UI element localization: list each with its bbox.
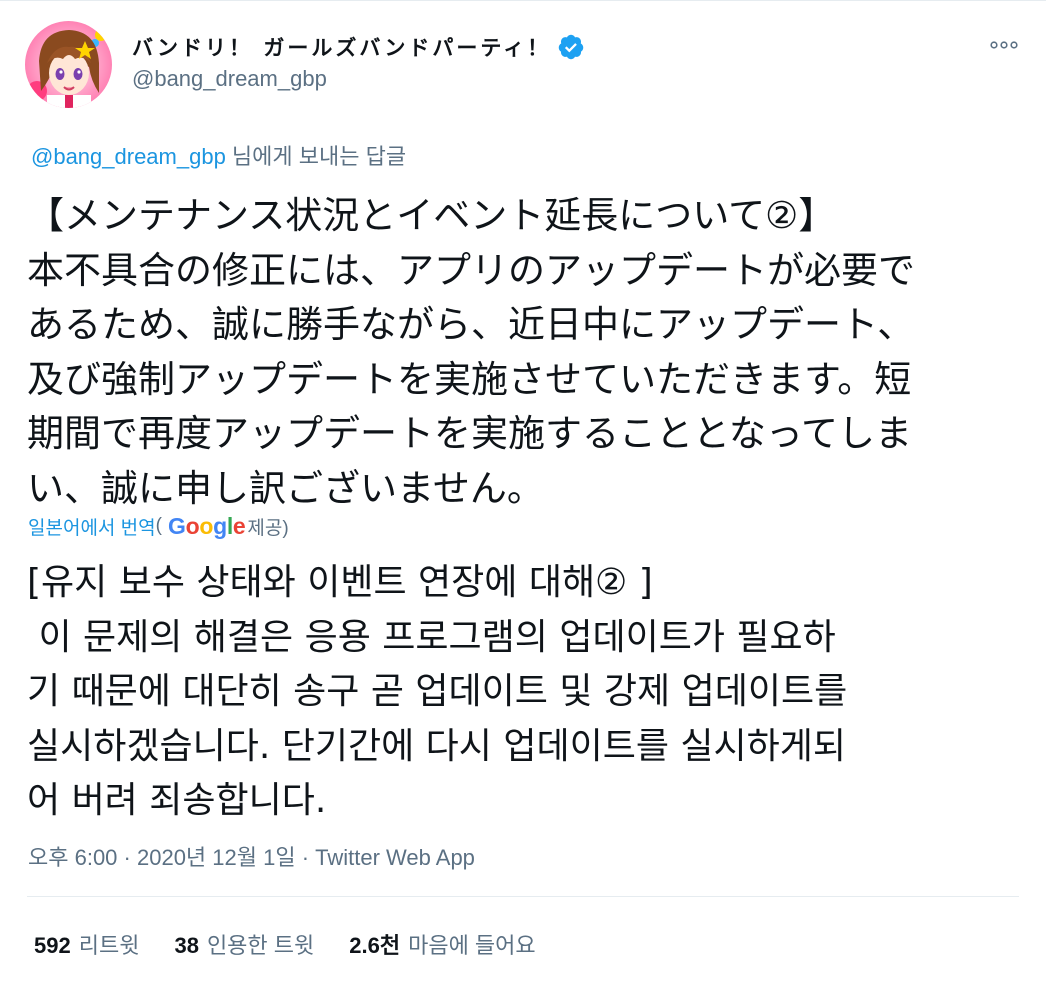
translation-attribution: 일본어에서 번역( Google 제공)	[28, 509, 289, 543]
retweets-count: 592	[34, 933, 71, 958]
translation-paren-open: (	[155, 515, 162, 536]
author-display-name[interactable]: バンドリ！ ガールズバンドパーティ！	[132, 32, 551, 62]
tweet-text-line: 【メンテナンス状況とイベント延長について②】	[27, 194, 836, 237]
translated-text-line: 실시하겠습니다. 단기간에 다시 업데이트를 실시하게되	[27, 725, 846, 767]
tweet-text: 【メンテナンス状況とイベント延長について②】 本不具合の修正には、アプリのアップ…	[27, 189, 1017, 516]
more-dots-icon	[990, 41, 1018, 49]
quote-tweets-label: 인용한 트윗	[206, 933, 315, 958]
translated-text-line: 이 문제의 해결은 응용 프로그램의 업데이트가 필요하	[27, 616, 836, 658]
translation-provider-suffix: 제공)	[247, 517, 289, 539]
translated-from-link[interactable]: 일본어에서 번역	[28, 513, 156, 540]
author-avatar[interactable]	[25, 21, 112, 108]
tweet-text-line: 及び強制アップデートを実施させていただきます。短	[27, 357, 912, 401]
reply-context: @bang_dream_gbp 님에게 보내는 답글	[31, 139, 406, 171]
tweet-source-link[interactable]: Twitter Web App	[315, 845, 475, 870]
reply-mention-link[interactable]: @bang_dream_gbp	[31, 144, 226, 169]
translated-text-line: 기 때문에 대단히 송구 곧 업데이트 및 강제 업데이트를	[27, 671, 848, 712]
meta-separator: ·	[295, 845, 316, 870]
quote-tweets-count: 38	[174, 933, 199, 958]
tweet-text-line: 本不具合の修正には、アプリのアップデートが必要で	[27, 248, 915, 292]
translated-text: [유지 보수 상태와 이벤트 연장에 대해② ] 이 문제의 해결은 응용 프로…	[27, 556, 1017, 829]
google-logo: Google	[167, 512, 246, 539]
tweet-stats: 592 리트윗 38 인용한 트윗 2.6천 마음에 들어요	[34, 926, 536, 962]
retweets-stat[interactable]: 592 리트윗	[34, 928, 139, 960]
top-divider	[0, 0, 1046, 1]
translated-text-line: 어 버려 죄송합니다.	[27, 780, 327, 821]
quote-tweets-stat[interactable]: 38 인용한 트윗	[174, 928, 314, 960]
likes-label: 마음에 들어요	[408, 933, 536, 958]
retweets-label: 리트윗	[78, 933, 140, 958]
translated-text-line: [유지 보수 상태와 이벤트 연장에 대해② ]	[27, 562, 653, 603]
avatar-illustration	[25, 21, 112, 108]
stats-divider	[27, 896, 1019, 897]
tweet-time-link[interactable]: 오후 6:00	[28, 845, 117, 870]
tweet-text-line: い、誠に申し訳ございません。	[27, 466, 544, 510]
verified-badge-icon	[557, 33, 585, 61]
likes-stat[interactable]: 2.6천 마음에 들어요	[349, 928, 535, 960]
likes-count: 2.6천	[349, 933, 401, 958]
more-options-button[interactable]	[982, 30, 1026, 60]
tweet-text-line: あるため、誠に勝手ながら、近日中にアップデート、	[27, 303, 915, 346]
tweet-text-line: 期間で再度アップデートを実施することとなってしま	[27, 412, 913, 455]
reply-context-suffix: 님에게 보내는 답글	[225, 144, 407, 169]
author-name-row[interactable]: バンドリ！ ガールズバンドパーティ！	[132, 30, 585, 64]
meta-separator: ·	[117, 845, 137, 870]
tweet-date-link[interactable]: 2020년 12월 1일	[137, 845, 296, 870]
tweet-meta: 오후 6:00 · 2020년 12월 1일 · Twitter Web App	[28, 840, 475, 872]
author-handle[interactable]: @bang_dream_gbp	[132, 66, 327, 92]
